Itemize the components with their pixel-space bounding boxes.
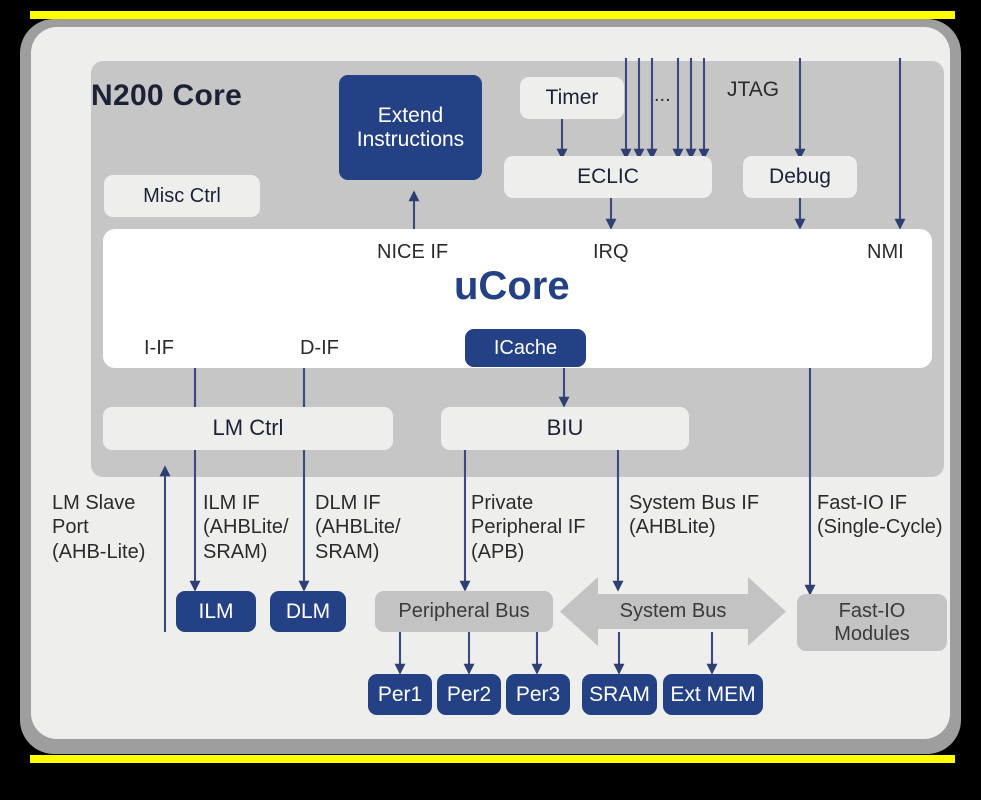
label-jtag: JTAG <box>727 78 780 101</box>
block-icache[interactable]: ICache <box>465 329 586 367</box>
label-lm-slave-port: LM Slave Port (AHB-Lite) <box>52 492 146 563</box>
block-lm-ctrl[interactable]: LM Ctrl <box>103 407 393 450</box>
block-misc-ctrl[interactable]: Misc Ctrl <box>104 175 260 217</box>
label-fast-io-if: Fast-IO IF (Single-Cycle) <box>817 492 943 539</box>
block-system-bus-label[interactable]: System Bus <box>560 591 786 632</box>
label-dlm-if: DLM IF (AHBLite/ SRAM) <box>315 492 401 563</box>
label-system-bus-if: System Bus IF (AHBLite) <box>629 492 760 539</box>
block-timer[interactable]: Timer <box>520 77 624 119</box>
label-ellipsis: ... <box>654 84 671 106</box>
block-dlm[interactable]: DLM <box>270 591 346 632</box>
block-per3[interactable]: Per3 <box>506 674 570 715</box>
block-biu[interactable]: BIU <box>441 407 689 450</box>
block-debug[interactable]: Debug <box>743 156 857 198</box>
bottom-highlight-bar <box>30 755 955 763</box>
diagram-canvas: N200 Core Extend Instructions Misc Ctrl … <box>31 27 950 739</box>
block-ext-mem[interactable]: Ext MEM <box>663 674 763 715</box>
label-ilm-if: ILM IF (AHBLite/ SRAM) <box>203 492 289 563</box>
block-per2[interactable]: Per2 <box>437 674 501 715</box>
label-nice-if: NICE IF <box>377 241 449 263</box>
top-highlight-bar <box>30 11 955 19</box>
block-fast-io-modules[interactable]: Fast-IO Modules <box>797 594 947 651</box>
block-peripheral-bus[interactable]: Peripheral Bus <box>375 591 553 632</box>
label-nmi: NMI <box>867 241 904 263</box>
block-ilm[interactable]: ILM <box>176 591 256 632</box>
label-i-if: I-IF <box>144 337 174 359</box>
page-title: N200 Core <box>91 79 243 112</box>
label-d-if: D-IF <box>300 337 339 359</box>
diagram-root: N200 Core Extend Instructions Misc Ctrl … <box>0 0 981 773</box>
ucore-title: uCore <box>454 264 570 308</box>
label-private-peripheral-if: Private Peripheral IF (APB) <box>471 492 586 563</box>
block-eclic[interactable]: ECLIC <box>504 156 712 198</box>
block-per1[interactable]: Per1 <box>368 674 432 715</box>
block-sram[interactable]: SRAM <box>582 674 657 715</box>
block-extend-instructions[interactable]: Extend Instructions <box>339 75 482 180</box>
label-irq: IRQ <box>593 241 629 263</box>
